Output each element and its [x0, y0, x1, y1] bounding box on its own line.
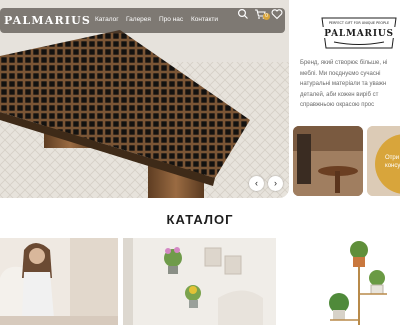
about-line: деталей, аби кожен виріб ст: [300, 91, 379, 98]
promo-consultation-tile[interactable]: Отри консу: [367, 126, 400, 196]
catalog-card-plants[interactable]: [123, 238, 276, 325]
catalog-title: КАТАЛОГ: [166, 212, 234, 227]
about-line: справжньою окрасою прос: [300, 102, 375, 108]
search-icon[interactable]: [237, 8, 249, 20]
about-text: Бренд, який створює більше, ні меблі. Ми…: [300, 58, 400, 111]
promo-text-line2: консу: [385, 163, 400, 169]
catalog-card-woman-chair[interactable]: [0, 238, 118, 325]
emblem-brand-name: PALMARIUS: [324, 29, 394, 39]
catalog-card-plant-stand[interactable]: [282, 238, 400, 325]
about-line: меблі. Ми поєднуємо сучасні: [300, 70, 381, 77]
top-navigation: PALMARIUS Каталог Галерея Про нас Контак…: [0, 8, 285, 33]
gallery-tile-interior[interactable]: [293, 126, 363, 196]
promo-text-line1: Отри: [385, 155, 400, 161]
nav-contacts[interactable]: Контакти: [191, 16, 218, 23]
about-line: Бренд, який створює більше, ні: [300, 60, 388, 66]
nav-catalog[interactable]: Каталог: [95, 16, 119, 23]
hero-prev-button[interactable]: ‹: [249, 176, 264, 191]
hero-banner: PALMARIUS Каталог Галерея Про нас Контак…: [0, 0, 289, 198]
brand-emblem-logo: PERFECT GIFT FOR UNIQUE PEOPLE PALMARIUS: [321, 17, 397, 49]
emblem-tagline: PERFECT GIFT FOR UNIQUE PEOPLE: [329, 21, 389, 25]
heart-icon[interactable]: [271, 8, 283, 20]
nav-gallery[interactable]: Галерея: [126, 16, 151, 23]
nav-about[interactable]: Про нас: [159, 16, 183, 23]
brand-logo[interactable]: PALMARIUS: [4, 14, 91, 27]
cart-count-badge: 0: [263, 13, 270, 20]
hero-next-button[interactable]: ›: [268, 176, 283, 191]
about-line: натуральні матеріали та уважн: [300, 81, 387, 87]
